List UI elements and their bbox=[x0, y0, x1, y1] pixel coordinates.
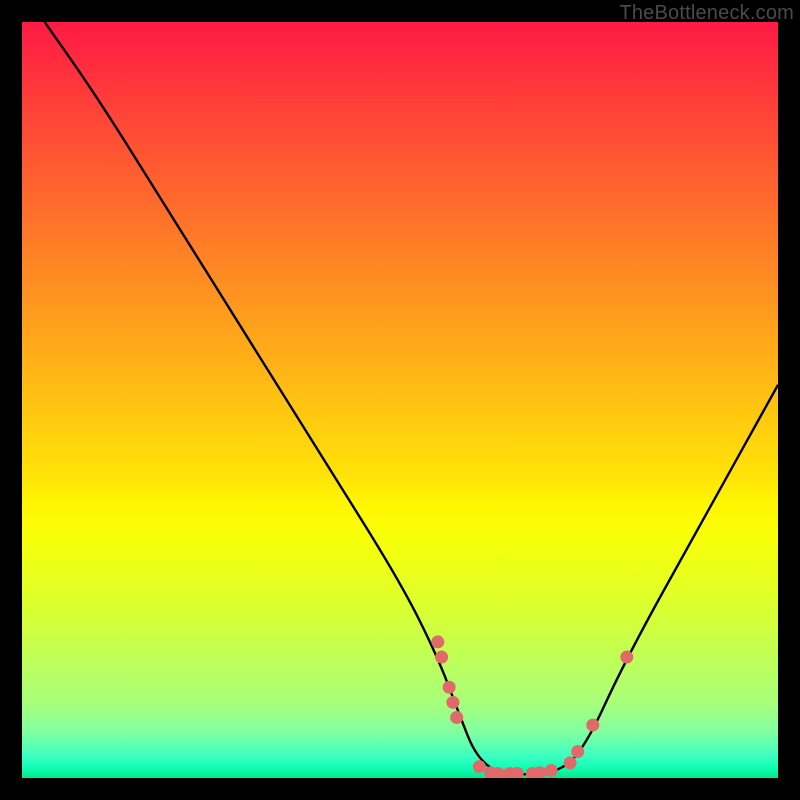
watermark-text: TheBottleneck.com bbox=[619, 2, 794, 25]
chart-svg bbox=[22, 22, 778, 778]
data-point bbox=[435, 651, 448, 664]
chart-frame: TheBottleneck.com bbox=[0, 0, 800, 800]
data-point bbox=[443, 681, 456, 694]
data-point bbox=[431, 635, 444, 648]
data-point bbox=[545, 764, 558, 777]
bottleneck-curve bbox=[45, 22, 778, 774]
data-point bbox=[446, 696, 459, 709]
data-point bbox=[571, 745, 584, 758]
data-point bbox=[564, 756, 577, 769]
data-point bbox=[473, 760, 486, 773]
data-point bbox=[450, 711, 463, 724]
data-point bbox=[620, 651, 633, 664]
data-point bbox=[586, 719, 599, 732]
plot-area bbox=[22, 22, 778, 778]
